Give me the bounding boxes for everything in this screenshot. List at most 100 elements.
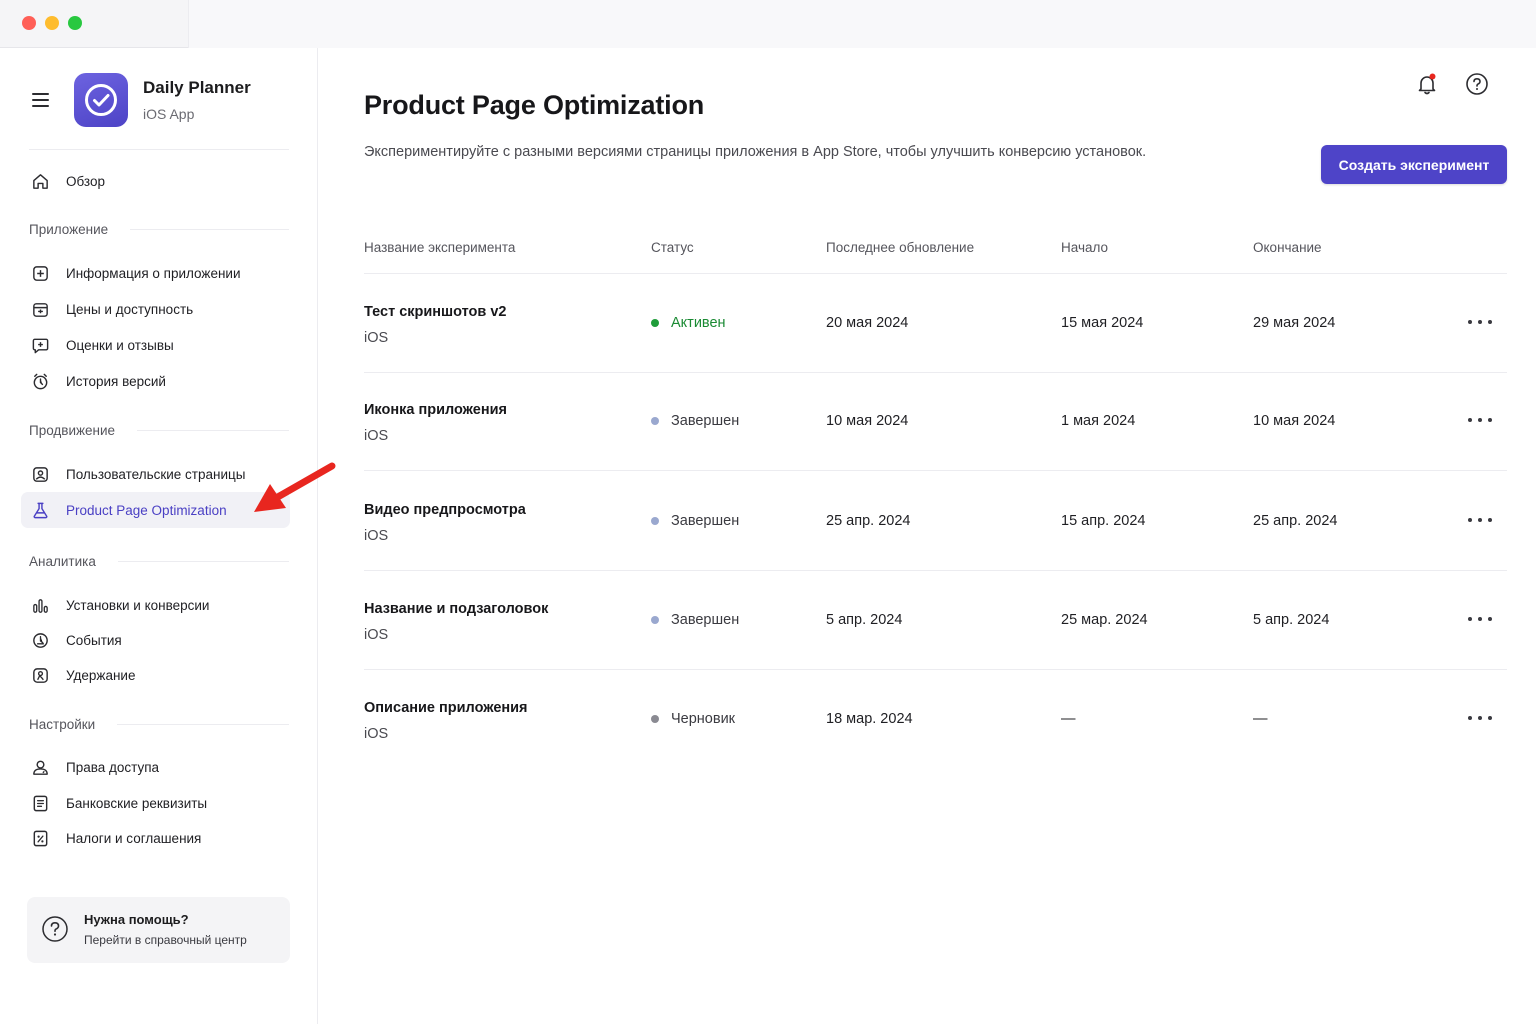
end-date: 5 апр. 2024 — [1253, 612, 1330, 628]
status-dot — [651, 517, 659, 525]
last-updated: 20 мая 2024 — [826, 315, 909, 331]
bank-icon — [33, 795, 48, 811]
menu-icon[interactable] — [30, 90, 52, 108]
app-logo — [74, 73, 128, 127]
tax-icon — [33, 830, 48, 846]
more-options-icon[interactable] — [1468, 312, 1492, 332]
more-options-icon[interactable] — [1468, 708, 1492, 728]
status-label: Завершен — [671, 513, 740, 529]
end-date: 29 мая 2024 — [1253, 315, 1336, 331]
sidebar-item-bank[interactable]: Банковские реквизиты — [21, 785, 290, 821]
users-icon — [33, 760, 48, 775]
app-name: Daily Planner — [143, 78, 251, 97]
status-dot — [651, 319, 659, 327]
status-label: Черновик — [671, 711, 736, 727]
sidebar-divider — [29, 149, 289, 150]
more-options-icon[interactable] — [1468, 410, 1492, 430]
page-title: Product Page Optimization — [364, 90, 705, 120]
table-row[interactable]: Описание приложения iOS Черновик 18 мар.… — [364, 670, 1507, 769]
column-header-name[interactable]: Название эксперимента — [364, 240, 515, 255]
flask-icon — [33, 502, 48, 518]
status-dot — [651, 417, 659, 425]
sidebar-item-app-info[interactable]: Информация о приложении — [21, 255, 290, 291]
create-experiment-button[interactable]: Создать эксперимент — [1321, 145, 1507, 184]
table-header: Название эксперимента Статус Последнее о… — [364, 230, 1507, 274]
help-center-card[interactable]: Нужна помощь? Перейти в справочный центр — [27, 897, 290, 963]
experiment-platform: iOS — [364, 726, 389, 742]
sidebar-item-overview[interactable]: Обзор — [21, 163, 290, 199]
sidebar-item-pricing[interactable]: Цены и доступность — [21, 291, 290, 327]
sidebar: Daily Planner iOS App Обзор Приложение И… — [0, 48, 318, 1024]
sidebar-item-taxes[interactable]: Налоги и соглашения — [21, 820, 290, 856]
experiment-platform: iOS — [364, 428, 389, 444]
end-date: — — [1253, 711, 1268, 727]
help-link[interactable]: Перейти в справочный центр — [84, 933, 247, 947]
table-row[interactable]: Тест скриншотов v2 iOS Активен 20 мая 20… — [364, 274, 1507, 373]
sidebar-item-label: Оценки и отзывы — [66, 337, 174, 353]
status-dot — [651, 715, 659, 723]
table-row[interactable]: Иконка приложения iOS Завершен 10 мая 20… — [364, 372, 1507, 471]
app-platform: iOS App — [143, 106, 195, 122]
events-icon — [33, 632, 48, 648]
column-header-end[interactable]: Окончание — [1253, 240, 1322, 255]
sidebar-item-label: Удержание — [66, 667, 136, 683]
status-badge: Завершен — [651, 413, 739, 429]
section-title-app: Приложение — [29, 222, 289, 237]
sidebar-item-label: Пользовательские страницы — [66, 466, 246, 482]
last-updated: 25 апр. 2024 — [826, 513, 911, 529]
experiment-platform: iOS — [364, 330, 389, 346]
sidebar-item-events[interactable]: События — [21, 622, 290, 658]
sidebar-item-reviews[interactable]: Оценки и отзывы — [21, 327, 290, 363]
clock-icon — [33, 373, 48, 389]
maximize-window-button[interactable] — [68, 16, 82, 30]
column-header-status[interactable]: Статус — [651, 240, 694, 255]
sidebar-item-label: Product Page Optimization — [66, 502, 227, 518]
start-date: 15 апр. 2024 — [1061, 513, 1146, 529]
status-label: Завершен — [671, 612, 740, 628]
sidebar-item-label: Обзор — [66, 173, 105, 189]
bar-chart-icon — [33, 598, 48, 613]
close-window-button[interactable] — [22, 16, 36, 30]
more-options-icon[interactable] — [1468, 609, 1492, 629]
section-title-analytics: Аналитика — [29, 554, 289, 569]
check-circle-icon — [85, 84, 117, 116]
status-badge: Завершен — [651, 612, 739, 628]
window-titlebar — [0, 0, 1536, 48]
experiment-platform: iOS — [364, 627, 389, 643]
main-content: Product Page Optimization Экспериментиру… — [319, 48, 1536, 1024]
sidebar-item-label: Цены и доступность — [66, 301, 194, 317]
page-icon — [33, 466, 48, 482]
experiment-name: Название и подзаголовок — [364, 601, 549, 617]
end-date: 10 мая 2024 — [1253, 413, 1336, 429]
status-dot — [651, 616, 659, 624]
sidebar-item-label: Информация о приложении — [66, 265, 241, 281]
more-options-icon[interactable] — [1468, 510, 1492, 530]
status-badge: Активен — [651, 315, 726, 331]
last-updated: 5 апр. 2024 — [826, 612, 903, 628]
start-date: 25 мар. 2024 — [1061, 612, 1148, 628]
review-icon — [32, 338, 49, 353]
sidebar-item-label: Налоги и соглашения — [66, 830, 202, 846]
section-title-settings: Настройки — [29, 717, 289, 732]
sidebar-item-access[interactable]: Права доступа — [21, 749, 290, 785]
experiment-name: Видео предпросмотра — [364, 502, 526, 518]
help-icon[interactable] — [1465, 72, 1489, 96]
column-header-start[interactable]: Начало — [1061, 240, 1108, 255]
status-badge: Черновик — [651, 711, 735, 727]
start-date: 1 мая 2024 — [1061, 413, 1136, 429]
status-badge: Завершен — [651, 513, 739, 529]
bell-icon[interactable] — [1415, 72, 1439, 96]
table-row[interactable]: Видео предпросмотра iOS Завершен 25 апр.… — [364, 472, 1507, 571]
sidebar-item-retention[interactable]: Удержание — [21, 657, 290, 693]
column-header-updated[interactable]: Последнее обновление — [826, 240, 974, 255]
table-row[interactable]: Название и подзаголовок iOS Завершен 5 а… — [364, 571, 1507, 670]
minimize-window-button[interactable] — [45, 16, 59, 30]
sidebar-item-label: Права доступа — [66, 759, 160, 775]
titlebar-tab-area — [188, 0, 1536, 48]
sidebar-item-installs[interactable]: Установки и конверсии — [21, 587, 290, 623]
sidebar-item-version-history[interactable]: История версий — [21, 363, 290, 399]
experiment-name: Описание приложения — [364, 700, 528, 716]
price-tag-icon — [33, 302, 48, 317]
start-date: — — [1061, 711, 1076, 727]
end-date: 25 апр. 2024 — [1253, 513, 1338, 529]
